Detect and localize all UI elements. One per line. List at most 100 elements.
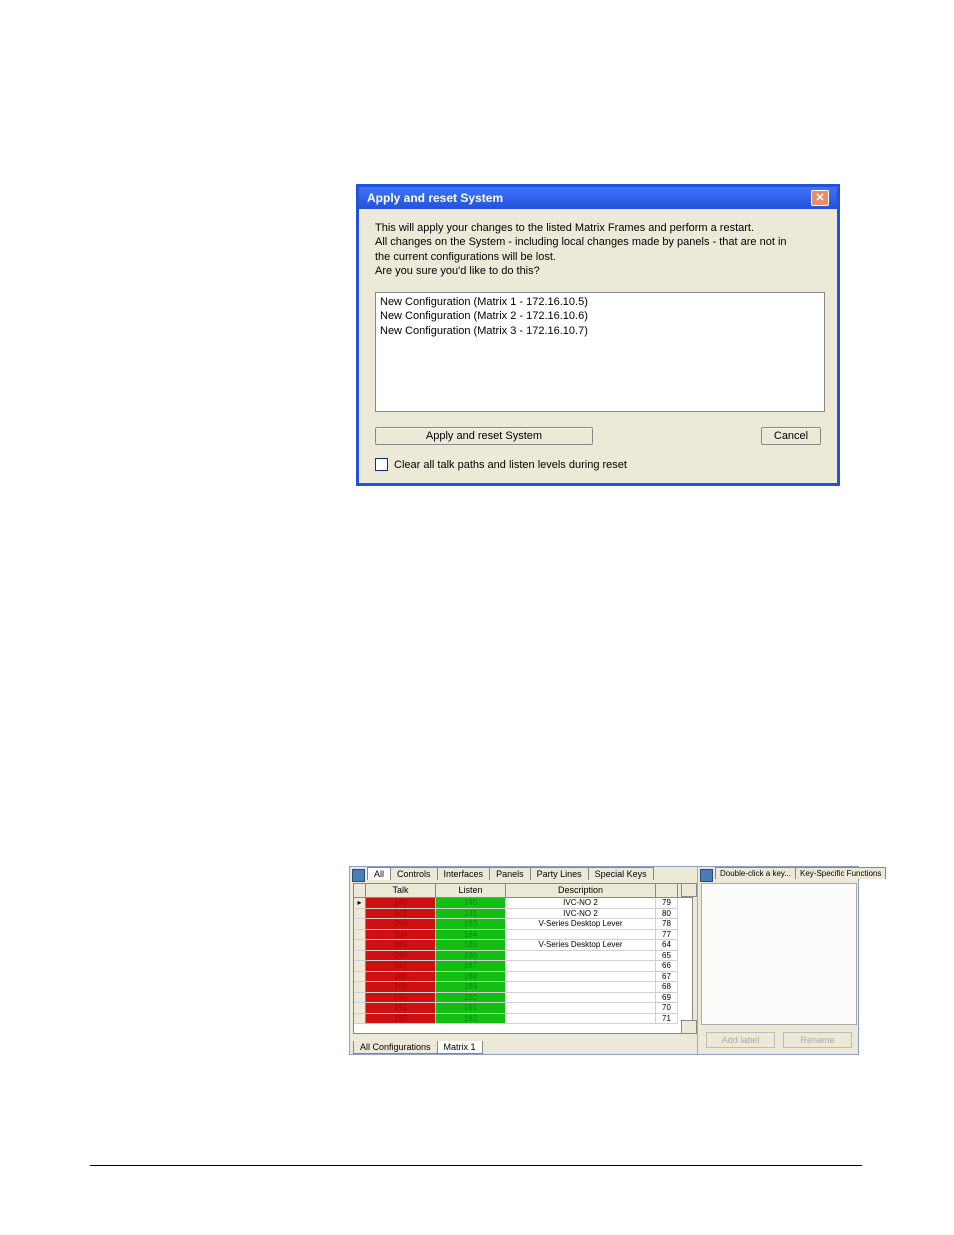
cell-talk[interactable]: 183 (366, 919, 436, 930)
cell-talk[interactable]: 192 (366, 1014, 436, 1025)
cell-description[interactable]: IVC-NO 2 (506, 909, 656, 920)
tab-special-keys[interactable]: Special Keys (588, 867, 654, 880)
cell-description[interactable] (506, 972, 656, 983)
cell-listen[interactable]: 140 (436, 898, 506, 909)
refresh-icon[interactable] (352, 869, 365, 882)
table-row[interactable]: ▸140140IVC-NO 279 (354, 898, 692, 909)
col-header-description[interactable]: Description (506, 884, 656, 897)
cell-num[interactable]: 70 (656, 1003, 678, 1014)
cell-description[interactable] (506, 1014, 656, 1025)
cell-description[interactable]: V-Series Desktop Lever (506, 940, 656, 951)
tab-key-specific[interactable]: Key-Specific Functions (795, 867, 886, 879)
cell-listen[interactable]: 189 (436, 982, 506, 993)
cell-num[interactable]: 66 (656, 961, 678, 972)
cell-listen[interactable]: 188 (436, 972, 506, 983)
cell-talk[interactable]: 188 (366, 972, 436, 983)
table-row[interactable]: 188188 67 (354, 972, 692, 983)
cell-description[interactable] (506, 961, 656, 972)
dialog-titlebar: Apply and reset System ✕ (359, 187, 837, 209)
table-row[interactable]: 192192 71 (354, 1014, 692, 1025)
apply-reset-dialog: Apply and reset System ✕ This will apply… (356, 184, 840, 486)
cell-num[interactable]: 79 (656, 898, 678, 909)
table-row[interactable]: 184184 77 (354, 930, 692, 941)
tab-party-lines[interactable]: Party Lines (530, 867, 589, 880)
cell-talk[interactable]: 191 (366, 1003, 436, 1014)
list-item[interactable]: New Configuration (Matrix 1 - 172.16.10.… (380, 295, 820, 309)
col-header-talk[interactable]: Talk (366, 884, 436, 897)
clear-paths-label: Clear all talk paths and listen levels d… (394, 459, 627, 471)
cell-talk[interactable]: 190 (366, 993, 436, 1004)
tab-controls[interactable]: Controls (390, 867, 438, 880)
apply-reset-button[interactable]: Apply and reset System (375, 427, 593, 445)
table-row[interactable]: 189189 68 (354, 982, 692, 993)
configurations-listbox[interactable]: New Configuration (Matrix 1 - 172.16.10.… (375, 292, 825, 412)
table-row[interactable]: 185185V-Series Desktop Lever64 (354, 940, 692, 951)
dialog-text-line: Are you sure you'd like to do this? (375, 264, 821, 278)
cell-talk[interactable]: 141 (366, 909, 436, 920)
cell-talk[interactable]: 186 (366, 951, 436, 962)
cell-num[interactable]: 65 (656, 951, 678, 962)
clear-paths-checkbox[interactable] (375, 458, 388, 471)
cell-description[interactable] (506, 951, 656, 962)
cell-description[interactable] (506, 993, 656, 1004)
labels-grid: Talk Listen Description ▸140140IVC-NO 27… (353, 883, 693, 1034)
tabs-right: Double-click a key... Key-Specific Funct… (715, 867, 885, 879)
cell-listen[interactable]: 141 (436, 909, 506, 920)
cell-description[interactable]: V-Series Desktop Lever (506, 919, 656, 930)
tab-all[interactable]: All (367, 867, 391, 880)
refresh-icon[interactable] (700, 869, 713, 882)
cell-talk[interactable]: 140 (366, 898, 436, 909)
cell-listen[interactable]: 183 (436, 919, 506, 930)
cell-num[interactable]: 68 (656, 982, 678, 993)
row-header: ▸ (354, 898, 366, 909)
cell-num[interactable]: 69 (656, 993, 678, 1004)
scroll-up-button[interactable] (681, 883, 697, 897)
dialog-button-row: Apply and reset System Cancel (375, 427, 821, 445)
cell-num[interactable]: 67 (656, 972, 678, 983)
cell-listen[interactable]: 190 (436, 993, 506, 1004)
table-row[interactable]: 183183V-Series Desktop Lever78 (354, 919, 692, 930)
cell-description[interactable] (506, 1003, 656, 1014)
cell-listen[interactable]: 187 (436, 961, 506, 972)
table-row[interactable]: 187187 66 (354, 961, 692, 972)
cancel-button[interactable]: Cancel (761, 427, 821, 445)
cell-listen[interactable]: 186 (436, 951, 506, 962)
tab-matrix-1[interactable]: Matrix 1 (437, 1041, 483, 1054)
cell-description[interactable] (506, 982, 656, 993)
close-button[interactable]: ✕ (811, 190, 829, 206)
cell-num[interactable]: 77 (656, 930, 678, 941)
col-header-listen[interactable]: Listen (436, 884, 506, 897)
col-header-num (656, 884, 678, 897)
cell-talk[interactable]: 185 (366, 940, 436, 951)
dialog-body: This will apply your changes to the list… (359, 209, 837, 424)
row-header (354, 961, 366, 972)
cell-description[interactable] (506, 930, 656, 941)
list-item[interactable]: New Configuration (Matrix 2 - 172.16.10.… (380, 309, 820, 323)
tab-double-click-hint[interactable]: Double-click a key... (715, 867, 796, 879)
cell-num[interactable]: 71 (656, 1014, 678, 1025)
grid-header: Talk Listen Description (354, 884, 692, 898)
tab-all-configs[interactable]: All Configurations (353, 1041, 438, 1054)
table-row[interactable]: 191191 70 (354, 1003, 692, 1014)
scroll-down-button[interactable] (681, 1020, 697, 1034)
cell-description[interactable]: IVC-NO 2 (506, 898, 656, 909)
tab-interfaces[interactable]: Interfaces (437, 867, 491, 880)
cell-num[interactable]: 78 (656, 919, 678, 930)
table-row[interactable]: 186186 65 (354, 951, 692, 962)
list-item[interactable]: New Configuration (Matrix 3 - 172.16.10.… (380, 324, 820, 338)
cell-talk[interactable]: 189 (366, 982, 436, 993)
table-row[interactable]: 141141IVC-NO 280 (354, 909, 692, 920)
cell-listen[interactable]: 192 (436, 1014, 506, 1025)
rename-button[interactable]: Rename (783, 1032, 852, 1048)
cell-listen[interactable]: 185 (436, 940, 506, 951)
cell-talk[interactable]: 184 (366, 930, 436, 941)
table-row[interactable]: 190190 69 (354, 993, 692, 1004)
cell-listen[interactable]: 191 (436, 1003, 506, 1014)
tab-panels[interactable]: Panels (489, 867, 531, 880)
add-label-button[interactable]: Add label (706, 1032, 775, 1048)
cell-listen[interactable]: 184 (436, 930, 506, 941)
cell-num[interactable]: 64 (656, 940, 678, 951)
cell-num[interactable]: 80 (656, 909, 678, 920)
cell-talk[interactable]: 187 (366, 961, 436, 972)
row-header (354, 930, 366, 941)
